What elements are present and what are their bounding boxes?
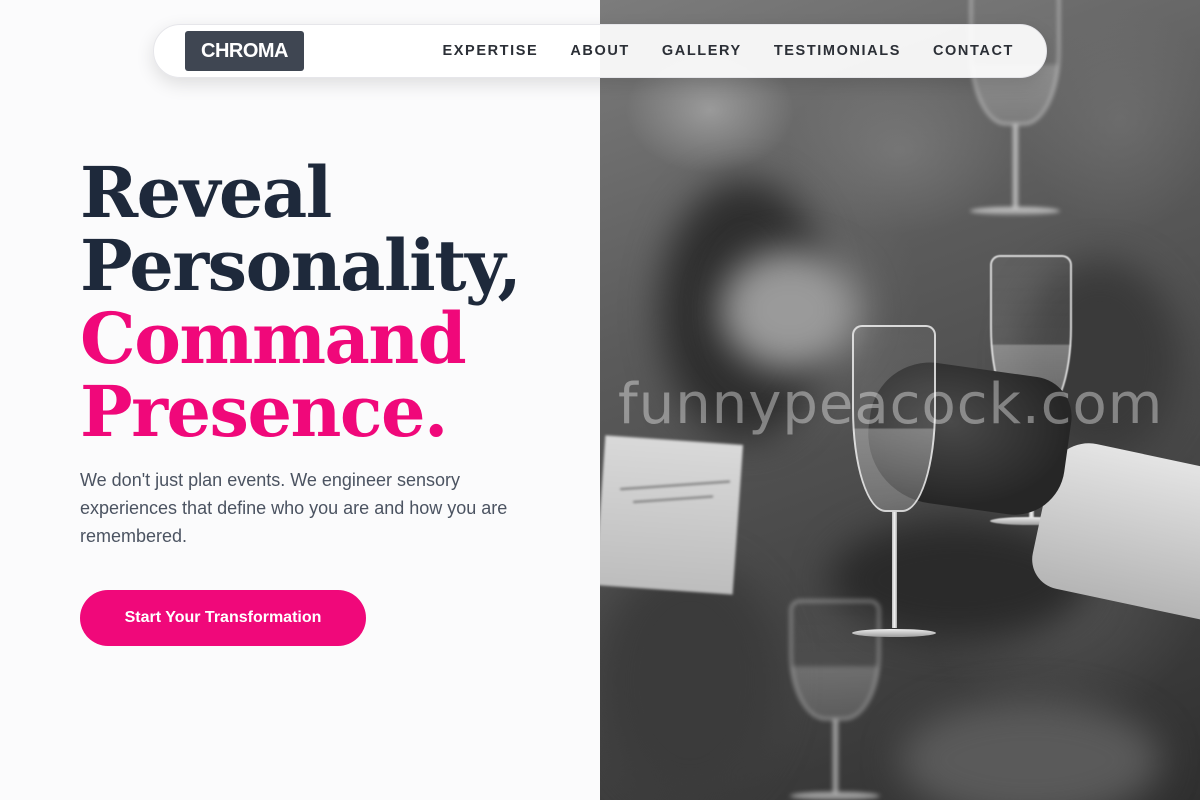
photo-blur-shape <box>900 700 1160 800</box>
card-script-line <box>633 495 714 504</box>
headline-line: Personality, <box>80 224 522 307</box>
nav-link-about[interactable]: ABOUT <box>570 43 630 59</box>
place-card <box>600 435 744 595</box>
hero-subtext: We don't just plan events. We engineer s… <box>80 470 508 546</box>
nav-link-contact[interactable]: CONTACT <box>933 43 1014 59</box>
photo-blur-shape <box>600 560 780 800</box>
nav-menu: EXPERTISE ABOUT GALLERY TESTIMONIALS CON… <box>443 25 1014 77</box>
logo[interactable]: CHROMA <box>185 31 304 71</box>
hero-headline: Reveal Personality, Command Presence. <box>80 151 522 453</box>
nav-link-expertise[interactable]: EXPERTISE <box>443 43 539 59</box>
headline-accent-line: Presence. <box>80 370 448 453</box>
start-transformation-button[interactable]: Start Your Transformation <box>80 590 366 646</box>
nav-link-testimonials[interactable]: TESTIMONIALS <box>774 43 901 59</box>
card-script-line <box>620 480 731 491</box>
hero-photo: funnypeacock.com <box>600 0 1200 800</box>
nav-link-gallery[interactable]: GALLERY <box>662 43 742 59</box>
headline-line: Reveal <box>80 151 332 234</box>
watermark-text: funnypeacock.com <box>618 372 1164 437</box>
headline-accent-line: Command <box>80 297 467 380</box>
photo-blur-shape <box>720 250 860 370</box>
top-navigation: CHROMA EXPERTISE ABOUT GALLERY TESTIMONI… <box>153 24 1047 78</box>
